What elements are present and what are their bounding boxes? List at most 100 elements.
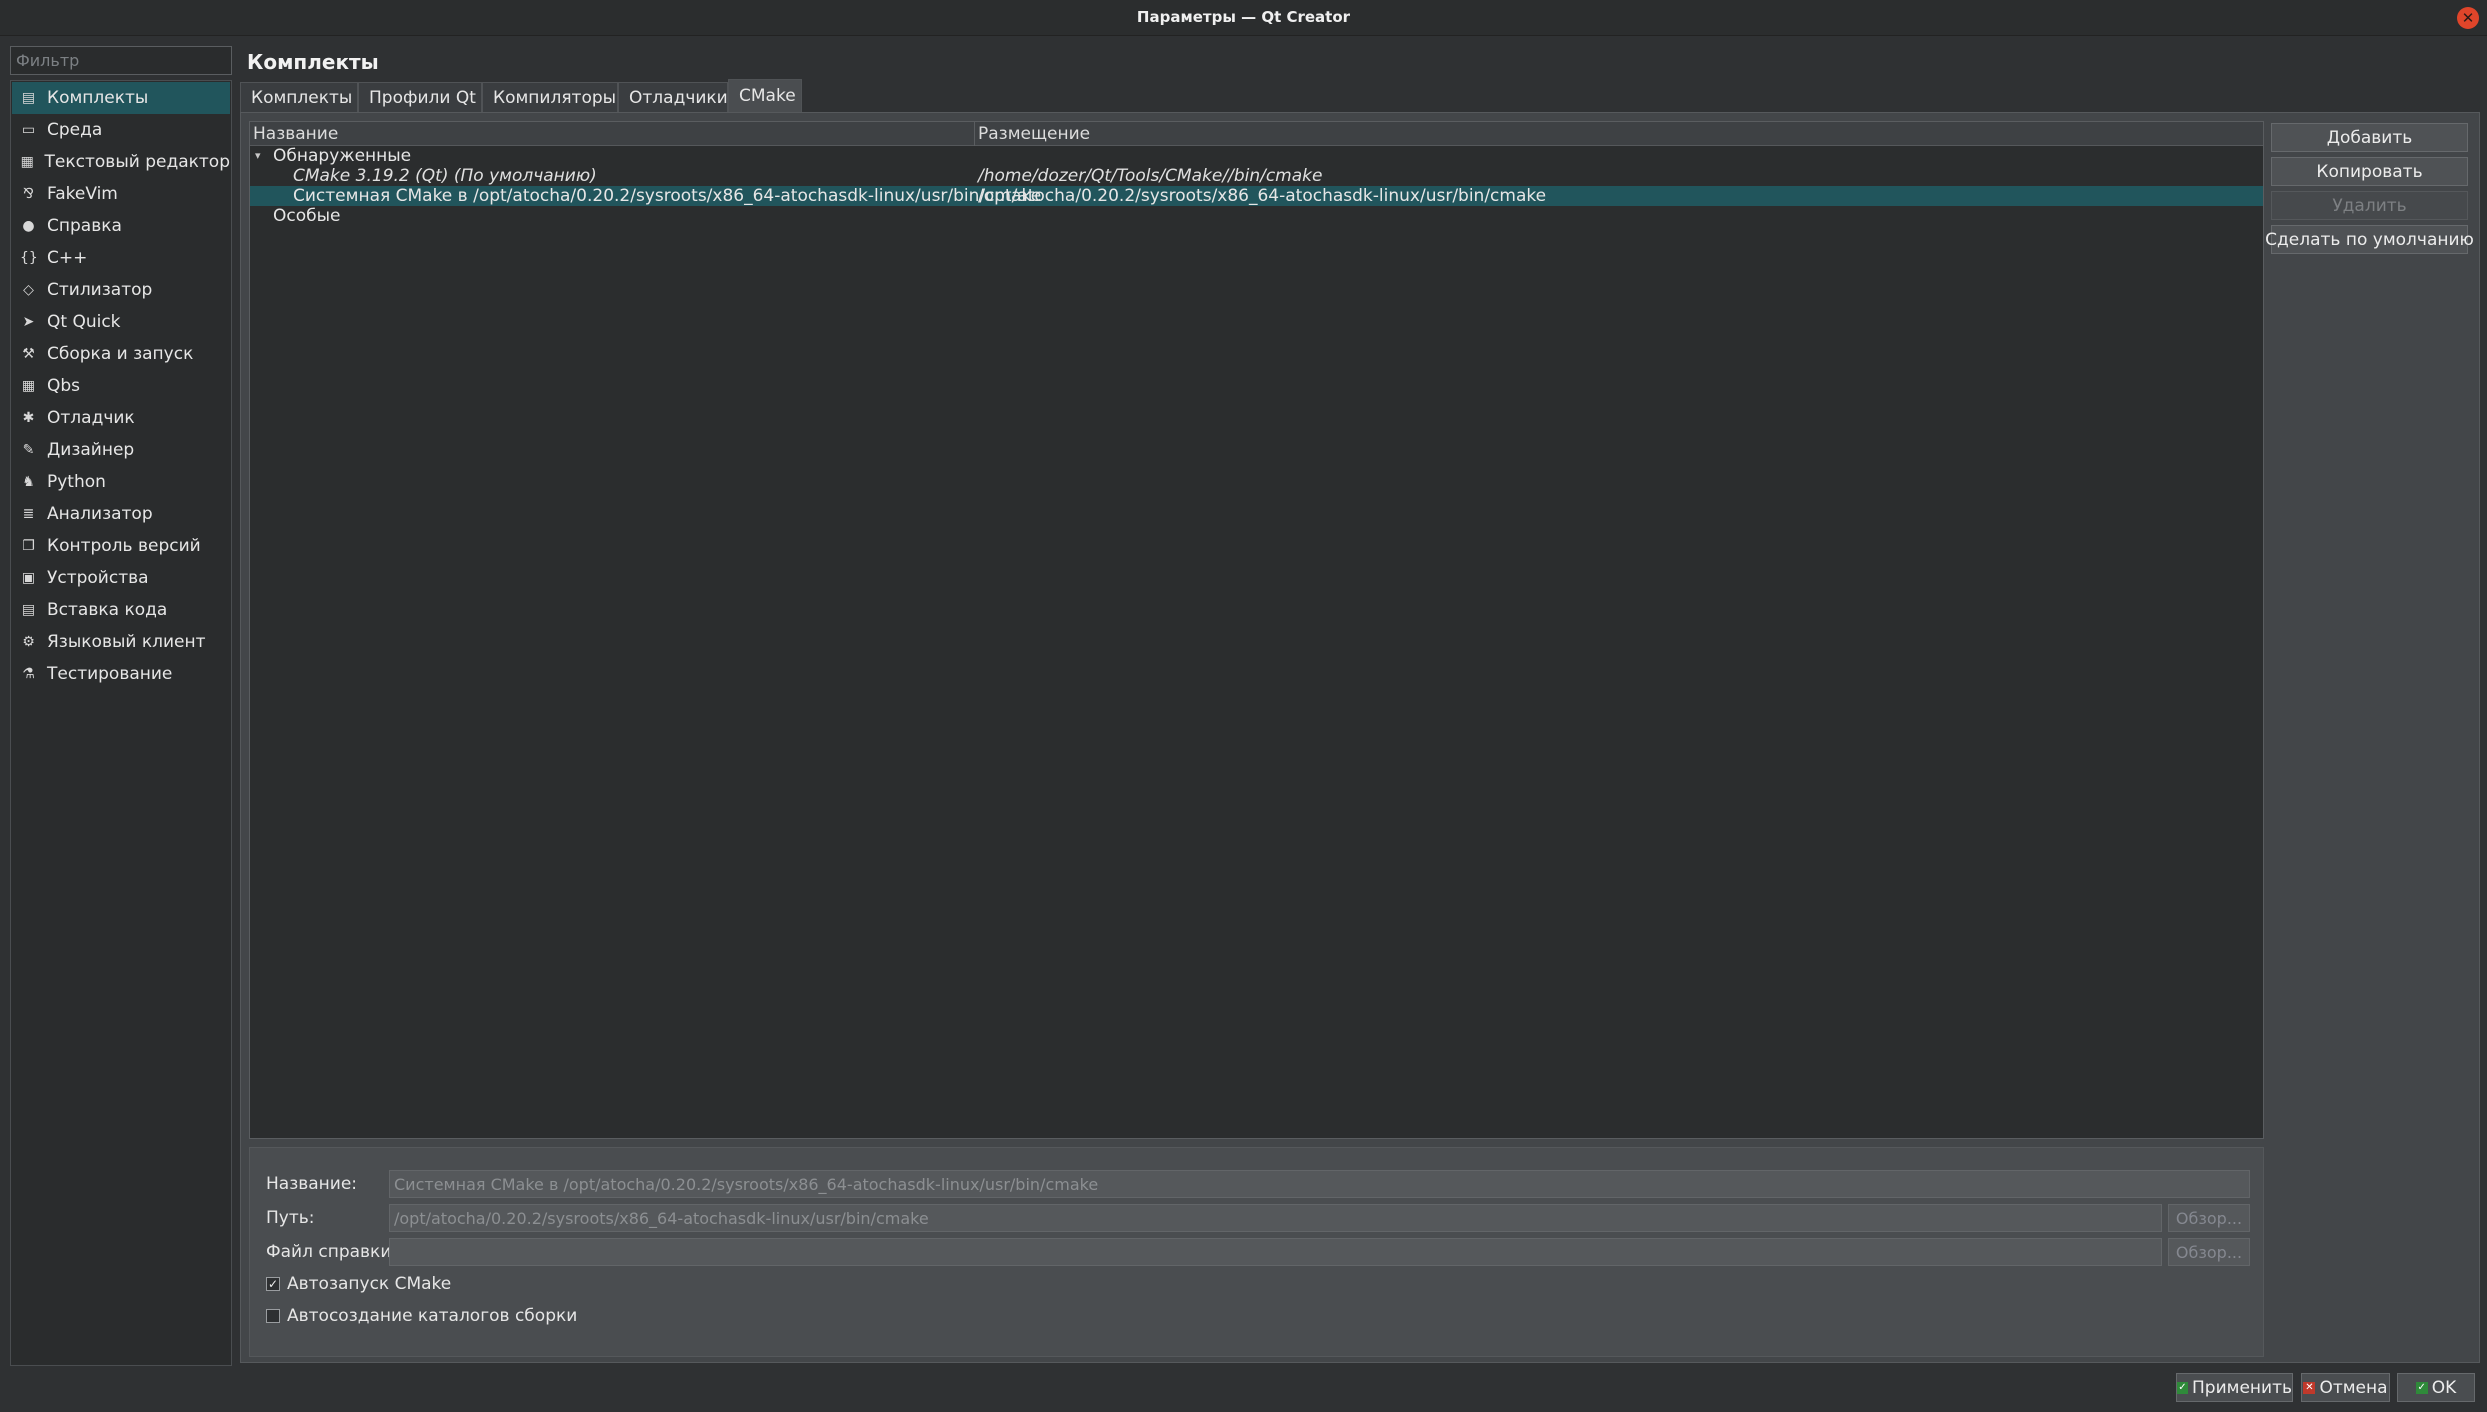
sidebar-item-label: Вставка кода (47, 600, 168, 620)
sidebar-item-text-editor[interactable]: ▦ Текстовый редактор (12, 146, 230, 178)
column-header-location[interactable]: Размещение (978, 124, 1090, 144)
sidebar-item-label: Языковый клиент (47, 632, 206, 652)
sidebar-item-python[interactable]: ♞ Python (12, 466, 230, 498)
language-client-icon: ⚙ (22, 634, 35, 650)
cmake-location: /home/dozer/Qt/Tools/CMake//bin/cmake (978, 166, 1323, 186)
monitor-icon: ▭ (21, 122, 36, 138)
tree-group-label: Обнаруженные (273, 146, 412, 166)
sidebar-item-qbs[interactable]: ▦ Qbs (12, 370, 230, 402)
tab-kits[interactable]: Комплекты (240, 82, 358, 112)
column-header-name[interactable]: Название (253, 124, 338, 144)
qt-quick-arrow-icon: ➤ (22, 314, 35, 330)
sidebar-item-kits[interactable]: ▤ Комплекты (12, 82, 230, 114)
testing-flask-icon: ⚗ (22, 666, 35, 682)
autorun-cmake-checkbox-row[interactable]: ✓ Автозапуск CMake (266, 1274, 451, 1294)
help-file-label: Файл справки: (266, 1242, 398, 1262)
tab-cmake[interactable]: CMake (728, 79, 802, 112)
window-title: Параметры — Qt Creator (1136, 8, 1351, 26)
sidebar-item-designer[interactable]: ✎ Дизайнер (12, 434, 230, 466)
help-file-field[interactable] (389, 1238, 2162, 1266)
table-row[interactable]: CMake 3.19.2 (Qt) (По умолчанию) /home/d… (250, 166, 2263, 186)
table-row[interactable]: Системная CMake в /opt/atocha/0.20.2/sys… (250, 186, 2263, 206)
autorun-cmake-checkbox[interactable]: ✓ (266, 1277, 280, 1291)
sidebar-item-devices[interactable]: ▣ Устройства (12, 562, 230, 594)
apply-button[interactable]: ✓ Применить (2176, 1373, 2293, 1402)
sidebar-item-label: Отладчик (47, 408, 135, 428)
autocreate-build-dirs-checkbox-row[interactable]: Автосоздание каталогов сборки (266, 1306, 577, 1326)
tab-debuggers[interactable]: Отладчики (618, 82, 728, 112)
path-field[interactable] (389, 1204, 2162, 1232)
sidebar-item-label: Устройства (47, 568, 149, 588)
sidebar-item-cpp[interactable]: {} C++ (12, 242, 230, 274)
remove-button[interactable]: Удалить (2271, 191, 2468, 220)
sidebar-item-debugger[interactable]: ✱ Отладчик (12, 402, 230, 434)
close-icon[interactable]: ✕ (2457, 7, 2479, 29)
copy-button[interactable]: Копировать (2271, 157, 2468, 186)
add-button[interactable]: Добавить (2271, 123, 2468, 152)
ok-button[interactable]: ✓ OK (2397, 1373, 2475, 1402)
sidebar-item-qt-quick[interactable]: ➤ Qt Quick (12, 306, 230, 338)
make-default-button[interactable]: Сделать по умолчанию (2265, 225, 2474, 254)
pen-icon: ✎ (22, 442, 35, 458)
sidebar-item-environment[interactable]: ▭ Среда (12, 114, 230, 146)
code-paste-icon: ▤ (21, 602, 36, 618)
tree-group-manual[interactable]: Особые (250, 206, 2263, 226)
sidebar-item-build-run[interactable]: ⚒ Сборка и запуск (12, 338, 230, 370)
sidebar-item-label: C++ (47, 248, 88, 268)
ok-label: OK (2431, 1377, 2457, 1398)
python-icon: ♞ (22, 474, 35, 490)
beautifier-gem-icon: ◇ (23, 282, 34, 298)
sidebar-item-beautifier[interactable]: ◇ Стилизатор (12, 274, 230, 306)
title-bar: Параметры — Qt Creator ✕ (0, 0, 2487, 36)
kits-icon: ▤ (21, 90, 36, 106)
tab-qt-versions[interactable]: Профили Qt (358, 82, 482, 112)
sidebar-item-label: Комплекты (47, 88, 149, 108)
cmake-tree[interactable]: Название Размещение ▾ Обнаруженные CMake… (249, 121, 2264, 1139)
sidebar-item-label: Qt Quick (47, 312, 121, 332)
help-file-browse-button[interactable]: Обзор... (2168, 1238, 2250, 1266)
chevron-down-icon[interactable]: ▾ (255, 146, 261, 166)
path-browse-button[interactable]: Обзор... (2168, 1204, 2250, 1232)
autocreate-build-dirs-checkbox[interactable] (266, 1309, 280, 1323)
tree-group-detected[interactable]: ▾ Обнаруженные (250, 146, 2263, 166)
sidebar-item-language-client[interactable]: ⚙ Языковый клиент (12, 626, 230, 658)
sidebar-item-label: Справка (47, 216, 122, 236)
sidebar-item-label: Анализатор (47, 504, 153, 524)
analyzer-icon: ≣ (22, 506, 35, 522)
sidebar-item-label: Среда (47, 120, 103, 140)
qbs-icon: ▦ (21, 378, 36, 394)
cmake-name: Системная CMake в /opt/atocha/0.20.2/sys… (293, 186, 1042, 206)
cancel-button[interactable]: ✕ Отмена (2301, 1373, 2390, 1402)
cmake-location: /opt/atocha/0.20.2/sysroots/x86_64-atoch… (978, 186, 1547, 206)
hammer-icon: ⚒ (22, 346, 35, 362)
tree-header: Название Размещение (250, 122, 2263, 146)
sidebar-item-help[interactable]: ● Справка (12, 210, 230, 242)
sidebar-item-label: Сборка и запуск (47, 344, 194, 364)
name-label: Название: (266, 1174, 358, 1194)
sidebar-item-label: Дизайнер (47, 440, 135, 460)
fakevim-icon: ⅋ (23, 186, 34, 202)
sidebar-item-code-paste[interactable]: ▤ Вставка кода (12, 594, 230, 626)
text-editor-icon: ▦ (20, 154, 34, 170)
tab-compilers[interactable]: Компиляторы (482, 82, 618, 112)
sidebar-item-label: Текстовый редактор (44, 152, 230, 172)
bug-icon: ✱ (22, 410, 35, 426)
sidebar: ▤ Комплекты ▭ Среда ▦ Текстовый редактор… (10, 80, 232, 1366)
help-icon: ● (22, 218, 35, 234)
cancel-label: Отмена (2319, 1377, 2388, 1398)
details-panel: Название: Путь: Обзор... Файл справки: О… (249, 1147, 2264, 1357)
sidebar-item-version-control[interactable]: ❐ Контроль версий (12, 530, 230, 562)
sidebar-item-testing[interactable]: ⚗ Тестирование (12, 658, 230, 690)
sidebar-item-fakevim[interactable]: ⅋ FakeVim (12, 178, 230, 210)
sidebar-item-label: Qbs (47, 376, 81, 396)
cmake-name: CMake 3.19.2 (Qt) (По умолчанию) (293, 166, 597, 186)
check-icon: ✓ (2415, 1381, 2428, 1394)
filter-input[interactable] (10, 46, 232, 75)
tree-group-label: Особые (273, 206, 341, 226)
page-title: Комплекты (247, 50, 379, 74)
name-field[interactable] (389, 1170, 2250, 1198)
check-icon: ✓ (2177, 1381, 2188, 1394)
sidebar-item-label: Стилизатор (47, 280, 153, 300)
sidebar-item-analyzer[interactable]: ≣ Анализатор (12, 498, 230, 530)
column-divider[interactable] (974, 122, 975, 146)
